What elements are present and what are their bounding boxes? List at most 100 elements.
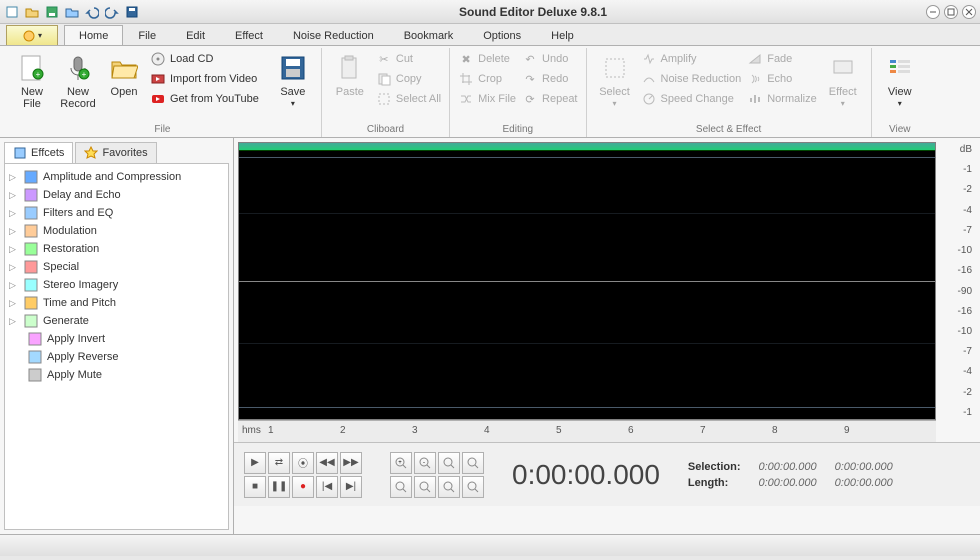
- rewind-button[interactable]: ◀◀: [316, 452, 338, 474]
- amplify-button[interactable]: Amplify: [639, 50, 744, 68]
- group-clipboard: Paste ✂Cut Copy Select All Cliboard: [322, 48, 450, 137]
- zoom-in-button[interactable]: +: [390, 452, 412, 474]
- time-ruler[interactable]: hms 123456789: [238, 420, 936, 442]
- qat-open-icon[interactable]: [24, 4, 40, 20]
- cut-button[interactable]: ✂Cut: [374, 50, 443, 68]
- load-cd-button[interactable]: Load CD: [148, 50, 261, 68]
- tree-item[interactable]: ▷Modulation: [9, 222, 224, 240]
- copy-button[interactable]: Copy: [374, 70, 443, 88]
- speed-change-button[interactable]: Speed Change: [639, 90, 744, 108]
- qat-open2-icon[interactable]: [64, 4, 80, 20]
- tab-help[interactable]: Help: [536, 25, 589, 45]
- repeat-icon: ⟳: [522, 91, 538, 107]
- tree-item[interactable]: ▷Amplitude and Compression: [9, 168, 224, 186]
- file-menu-button[interactable]: ▾: [6, 25, 58, 45]
- timecode-display: 0:00:00.000: [512, 459, 660, 491]
- save-button[interactable]: Save▾: [271, 50, 315, 123]
- expand-arrow-icon: ▷: [9, 244, 19, 255]
- tree-item[interactable]: ▷Restoration: [9, 240, 224, 258]
- loop-button[interactable]: ⇄: [268, 452, 290, 474]
- mixfile-button[interactable]: Mix File: [456, 90, 518, 108]
- echo-button[interactable]: Echo: [745, 70, 819, 88]
- view-button[interactable]: View▾: [878, 50, 922, 123]
- effect-category-icon: [23, 187, 39, 203]
- transport-bar: ▶ ⇄ ⦿ ◀◀ ▶▶ ■ ❚❚ ● |◀ ▶| + -: [234, 442, 980, 506]
- zoom-right-button[interactable]: [462, 476, 484, 498]
- undo-button[interactable]: ↶Undo: [520, 50, 579, 68]
- repeat-button[interactable]: ⟳Repeat: [520, 90, 579, 108]
- folder-open-icon: [108, 52, 140, 84]
- stop-button[interactable]: ■: [244, 476, 266, 498]
- playback-controls: ▶ ⇄ ⦿ ◀◀ ▶▶: [244, 452, 362, 474]
- tree-item[interactable]: ▷Stereo Imagery: [9, 276, 224, 294]
- tree-item[interactable]: ▷Filters and EQ: [9, 204, 224, 222]
- tab-effect[interactable]: Effect: [220, 25, 278, 45]
- speed-icon: [641, 91, 657, 107]
- tab-file[interactable]: File: [123, 25, 171, 45]
- tab-options[interactable]: Options: [468, 25, 536, 45]
- db-tick: -2: [940, 184, 972, 195]
- db-tick: -7: [940, 346, 972, 357]
- ruler-tick: 4: [484, 425, 490, 436]
- selectall-button[interactable]: Select All: [374, 90, 443, 108]
- record-button[interactable]: ●: [292, 476, 314, 498]
- normalize-button[interactable]: Normalize: [745, 90, 819, 108]
- db-tick: -1: [940, 407, 972, 418]
- tab-edit[interactable]: Edit: [171, 25, 220, 45]
- select-button[interactable]: Select▾: [593, 50, 637, 123]
- maximize-button[interactable]: [944, 5, 958, 19]
- zoom-left-button[interactable]: [438, 476, 460, 498]
- forward-button[interactable]: ▶▶: [340, 452, 362, 474]
- tree-item[interactable]: ▷Generate: [9, 312, 224, 330]
- fade-button[interactable]: Fade: [745, 50, 819, 68]
- minimize-button[interactable]: [926, 5, 940, 19]
- effect-button[interactable]: Effect▾: [821, 50, 865, 123]
- tab-bookmark[interactable]: Bookmark: [389, 25, 469, 45]
- zoom-fit-button[interactable]: [462, 452, 484, 474]
- effect-category-icon: [27, 367, 43, 383]
- tree-item[interactable]: Apply Mute: [9, 366, 224, 384]
- qat-new-icon[interactable]: [4, 4, 20, 20]
- qat-save-icon[interactable]: [44, 4, 60, 20]
- waveform-display[interactable]: [238, 142, 936, 420]
- copy-icon: [376, 71, 392, 87]
- close-button[interactable]: [962, 5, 976, 19]
- skip-end-button[interactable]: ▶|: [340, 476, 362, 498]
- zoom-sel-button[interactable]: [438, 452, 460, 474]
- zoom-out-button[interactable]: -: [414, 452, 436, 474]
- import-video-button[interactable]: Import from Video: [148, 70, 261, 88]
- youtube-button[interactable]: Get from YouTube: [148, 90, 261, 108]
- play-end-button[interactable]: ⦿: [292, 452, 314, 474]
- effect-category-icon: [23, 313, 39, 329]
- paste-icon: [334, 52, 366, 84]
- tree-item[interactable]: Apply Reverse: [9, 348, 224, 366]
- play-button[interactable]: ▶: [244, 452, 266, 474]
- open-button[interactable]: Open: [102, 50, 146, 123]
- new-record-button[interactable]: +New Record: [56, 50, 100, 123]
- skip-start-button[interactable]: |◀: [316, 476, 338, 498]
- paste-button[interactable]: Paste: [328, 50, 372, 123]
- select-icon: [599, 52, 631, 84]
- zoom-v-out-button[interactable]: [414, 476, 436, 498]
- tab-home[interactable]: Home: [64, 25, 123, 45]
- tree-item[interactable]: Apply Invert: [9, 330, 224, 348]
- noise-reduction-button[interactable]: Noise Reduction: [639, 70, 744, 88]
- youtube-icon: [150, 91, 166, 107]
- qat-undo-icon[interactable]: [84, 4, 100, 20]
- tab-effects[interactable]: Effcets: [4, 142, 73, 164]
- pause-button[interactable]: ❚❚: [268, 476, 290, 498]
- zoom-v-in-button[interactable]: [390, 476, 412, 498]
- qat-redo-icon[interactable]: [104, 4, 120, 20]
- group-label-selecteffect: Select & Effect: [593, 123, 865, 135]
- tab-noise-reduction[interactable]: Noise Reduction: [278, 25, 389, 45]
- tab-favorites[interactable]: Favorites: [75, 142, 156, 164]
- new-file-button[interactable]: +New File: [10, 50, 54, 123]
- tree-item[interactable]: ▷Delay and Echo: [9, 186, 224, 204]
- delete-button[interactable]: ✖Delete: [456, 50, 518, 68]
- redo-button[interactable]: ↷Redo: [520, 70, 579, 88]
- tree-item[interactable]: ▷Time and Pitch: [9, 294, 224, 312]
- tree-item[interactable]: ▷Special: [9, 258, 224, 276]
- group-label-editing: Editing: [456, 123, 579, 135]
- crop-button[interactable]: Crop: [456, 70, 518, 88]
- qat-saveas-icon[interactable]: [124, 4, 140, 20]
